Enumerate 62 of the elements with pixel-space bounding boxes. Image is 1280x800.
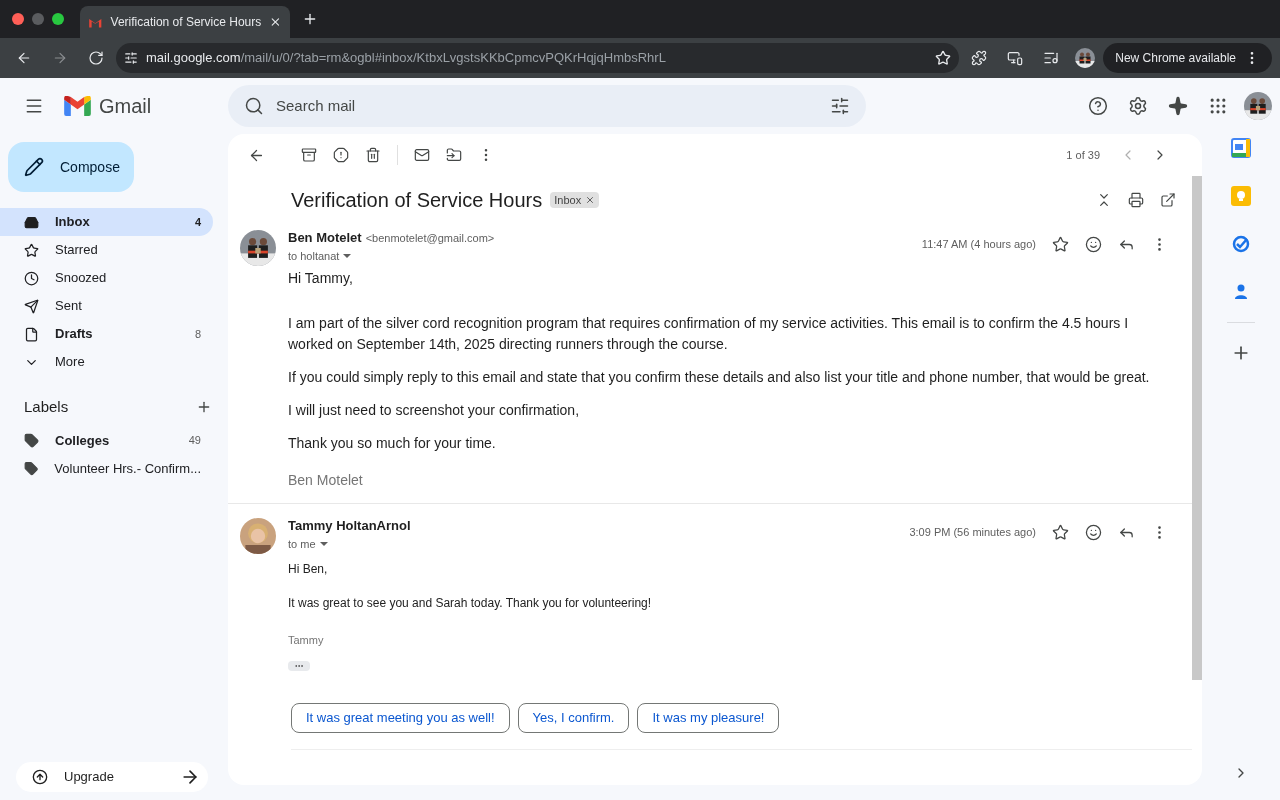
message-text: I am part of the silver cord recognition program that requires confirmation of my service activities. This email is to confirm the 4.5 hours I worked on September 14th, 2025 directing runners through the course.: [288, 314, 1130, 354]
message-time: 3:09 PM (56 minutes ago): [909, 525, 1036, 541]
upgrade-icon: [32, 769, 48, 785]
gmail-logo-text: Gmail: [99, 94, 152, 119]
caret-icon: [343, 253, 352, 258]
message-text: It was great to see you and Sarah today. Thank you for volunteering!: [288, 595, 653, 612]
remove-tag-icon: [585, 195, 596, 205]
search-input[interactable]: Search mail: [276, 94, 822, 118]
tab-title: Verification of Service Hours: [110, 14, 262, 31]
search-field[interactable]: Search mail: [228, 85, 866, 127]
site-info-icon[interactable]: [124, 51, 138, 65]
recipients-dropdown[interactable]: to me: [288, 535, 328, 552]
upgrade-button[interactable]: Upgrade: [16, 762, 208, 792]
labels-heading: Labels: [24, 397, 69, 417]
check-circle-icon[interactable]: [1231, 234, 1251, 254]
nav-item[interactable]: More: [0, 348, 213, 376]
label-icon: [24, 461, 39, 476]
message-text: Thank you so much for your time.: [288, 434, 497, 453]
address-bar[interactable]: mail.google.com/mail/u/0/?tab=rm&ogbl#inbox/KtbxLvgstsKKbCpmcvPQKrHqjqHmbsRhrL: [116, 43, 960, 73]
label-item[interactable]: Colleges 49: [0, 426, 213, 455]
nav-item[interactable]: Starred: [0, 236, 213, 264]
nav-item[interactable]: Snoozed: [0, 264, 213, 292]
inbox-icon: [24, 214, 39, 230]
caret-icon: [319, 541, 328, 546]
sender-name: Tammy HoltanArnol: [288, 517, 411, 535]
trimmed-content-button[interactable]: [288, 660, 310, 671]
inbox-tag[interactable]: Inbox: [550, 191, 600, 209]
sender-name: Ben Motelet: [288, 229, 362, 247]
nav-item[interactable]: Inbox 4: [0, 208, 213, 236]
bookmark-star-icon[interactable]: [935, 50, 952, 66]
smart-reply-button[interactable]: Yes, I confirm.: [517, 702, 630, 733]
clock-icon: [24, 270, 39, 286]
compose-button[interactable]: Compose: [8, 142, 134, 192]
recipients-dropdown[interactable]: to holtanat: [288, 247, 352, 264]
message-text: If you could simply reply to this email and state that you confirm these details and also list your title and phone number, that would be great.: [288, 368, 1151, 387]
close-tab-icon[interactable]: [269, 15, 282, 29]
email-subject: Verification of Service Hours: [291, 188, 543, 213]
smart-reply-button[interactable]: It was great meeting you as well!: [291, 702, 510, 733]
message-text: Hi Ben,: [288, 561, 329, 578]
update-chrome-button[interactable]: New Chrome available: [1103, 43, 1272, 73]
message-text: Hi Tammy,: [288, 269, 354, 288]
file-icon: [24, 326, 39, 342]
signature: Ben Motelet: [288, 471, 364, 490]
pencil-icon: [24, 157, 44, 177]
smart-reply-button[interactable]: It was my pleasure!: [637, 702, 780, 733]
nav-item[interactable]: Drafts 8: [0, 320, 213, 348]
star-icon: [24, 242, 39, 258]
sender-email: <benmotelet@gmail.com>: [365, 231, 495, 246]
url-text: mail.google.com/mail/u/0/?tab=rm&ogbl#inbox/KtbxLvgstsKKbCpmcvPQKrHqjqHmbsRhrL: [146, 49, 666, 68]
nav-item[interactable]: Sent: [0, 292, 213, 320]
label-icon: [24, 433, 39, 448]
signature: Tammy: [288, 633, 325, 648]
new-tab-icon[interactable]: [302, 11, 318, 27]
message-text: I will just need to screenshot your confirmation,: [288, 401, 581, 420]
browser-tab[interactable]: Verification of Service Hours: [80, 6, 290, 38]
gmail-logo-icon: [64, 96, 91, 116]
pager-text: 1 of 39: [1066, 147, 1100, 163]
label-item[interactable]: Volunteer Hrs.- Confirm...: [0, 454, 213, 483]
calendar-icon[interactable]: [1231, 138, 1251, 158]
gmail-favicon-icon: [88, 16, 103, 28]
message-time: 11:47 AM (4 hours ago): [921, 237, 1036, 253]
send-icon: [24, 298, 39, 314]
